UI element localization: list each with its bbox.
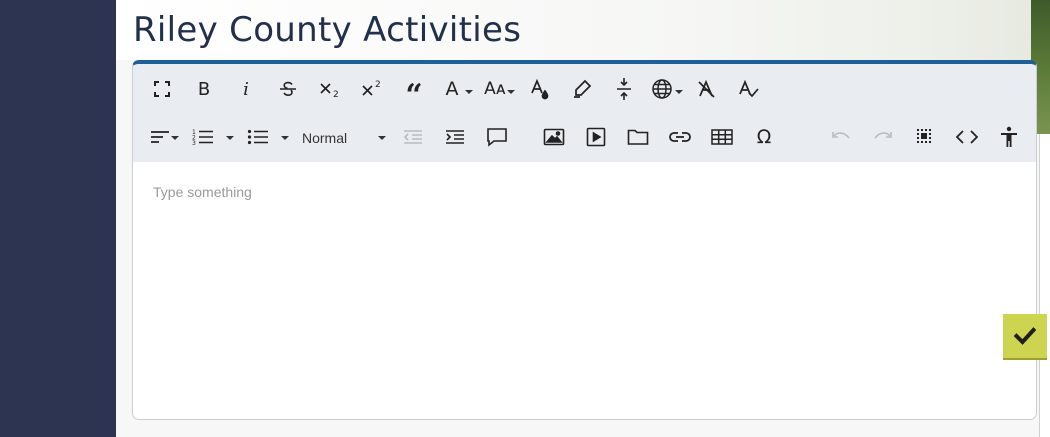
font-size-caret <box>507 90 515 94</box>
font-family-icon[interactable]: A <box>441 74 463 104</box>
unordered-list-caret <box>281 136 289 140</box>
video-icon[interactable] <box>581 122 611 152</box>
svg-text:3: 3 <box>192 140 196 146</box>
indent-icon[interactable] <box>440 122 470 152</box>
editor-toolbar: B i 2 2 “ A Aᴀ 1 2 3 Normal Ω <box>133 64 1036 162</box>
right-panel-edge <box>1039 134 1050 437</box>
font-size-icon[interactable]: Aᴀ <box>481 74 509 104</box>
ordered-list-icon[interactable]: 1 2 3 <box>188 122 218 152</box>
unordered-list-icon[interactable] <box>243 122 273 152</box>
svg-text:2: 2 <box>375 80 381 90</box>
editor-content-area[interactable]: Type something <box>133 162 1036 419</box>
spellcheck-icon[interactable] <box>734 74 764 104</box>
highlight-icon[interactable] <box>567 74 597 104</box>
paragraph-format-value: Normal <box>302 130 348 146</box>
language-icon[interactable] <box>647 74 677 104</box>
special-character-icon[interactable]: Ω <box>749 122 779 152</box>
image-icon[interactable] <box>539 122 569 152</box>
undo-icon[interactable] <box>826 122 856 152</box>
source-code-icon[interactable] <box>952 122 982 152</box>
ordered-list-caret <box>226 136 234 140</box>
sidebar <box>0 0 116 437</box>
italic-button[interactable]: i <box>231 74 261 104</box>
editor-placeholder: Type something <box>153 184 252 200</box>
clear-formatting-icon[interactable] <box>692 74 722 104</box>
align-caret <box>171 136 179 140</box>
bold-button[interactable]: B <box>189 74 219 104</box>
paragraph-format-caret <box>378 136 386 140</box>
line-height-icon[interactable] <box>609 74 639 104</box>
checkmark-icon <box>1014 327 1036 345</box>
subscript-icon[interactable]: 2 <box>315 74 345 104</box>
comment-icon[interactable] <box>482 122 512 152</box>
accessibility-icon[interactable] <box>994 122 1024 152</box>
file-icon[interactable] <box>623 122 653 152</box>
page-title: Riley County Activities <box>133 10 522 50</box>
strikethrough-icon[interactable] <box>273 74 303 104</box>
superscript-icon[interactable]: 2 <box>357 74 387 104</box>
select-all-icon[interactable] <box>910 122 940 152</box>
confirm-button[interactable] <box>1003 314 1047 360</box>
svg-text:2: 2 <box>333 90 339 99</box>
link-icon[interactable] <box>665 122 695 152</box>
outdent-icon[interactable] <box>398 122 428 152</box>
paragraph-format-select[interactable]: Normal <box>298 126 388 152</box>
font-family-caret <box>465 90 473 94</box>
fullsize-icon[interactable] <box>147 74 177 104</box>
language-caret <box>675 90 683 94</box>
text-color-icon[interactable] <box>525 74 555 104</box>
redo-icon[interactable] <box>868 122 898 152</box>
rich-text-editor: B i 2 2 “ A Aᴀ 1 2 3 Normal Ω Type somet… <box>132 60 1037 420</box>
table-icon[interactable] <box>707 122 737 152</box>
blockquote-icon[interactable]: “ <box>399 74 429 113</box>
